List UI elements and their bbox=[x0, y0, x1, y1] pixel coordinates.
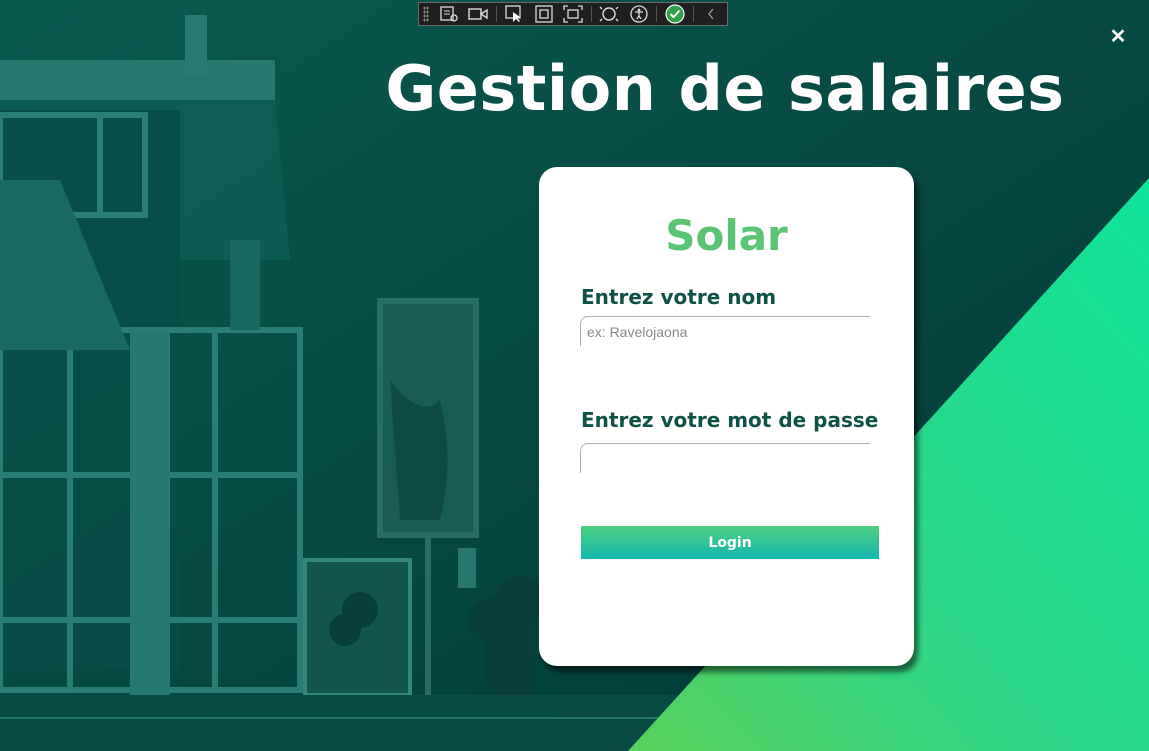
track-focus-icon[interactable] bbox=[561, 4, 584, 24]
close-button[interactable]: ✕ bbox=[1106, 24, 1130, 48]
hot-reload-icon[interactable] bbox=[598, 4, 621, 24]
login-button[interactable]: Login bbox=[581, 526, 879, 559]
toolbar-separator bbox=[656, 6, 658, 22]
video-icon[interactable] bbox=[466, 4, 489, 24]
close-icon: ✕ bbox=[1109, 25, 1127, 48]
toolbar-separator bbox=[590, 6, 592, 22]
toolbar-separator bbox=[692, 6, 694, 22]
toolbar-grip[interactable] bbox=[423, 6, 429, 22]
toolbar-separator bbox=[495, 6, 497, 22]
password-input[interactable] bbox=[580, 443, 870, 473]
brand-title: Solar bbox=[665, 211, 788, 260]
binding-ok-icon[interactable] bbox=[663, 4, 686, 24]
display-layout-adorners-icon[interactable] bbox=[532, 4, 555, 24]
collapse-chevron-icon[interactable] bbox=[700, 4, 723, 24]
debug-toolbar bbox=[418, 2, 728, 26]
select-element-icon[interactable] bbox=[503, 4, 526, 24]
accessibility-icon[interactable] bbox=[627, 4, 650, 24]
password-label: Entrez votre mot de passe bbox=[581, 408, 879, 432]
name-input[interactable] bbox=[580, 316, 870, 346]
live-visual-tree-icon[interactable] bbox=[437, 4, 460, 24]
page-title: Gestion de salaires bbox=[385, 52, 1065, 125]
name-label: Entrez votre nom bbox=[581, 285, 777, 309]
login-card: Solar Entrez votre nom Entrez votre mot … bbox=[539, 167, 914, 666]
